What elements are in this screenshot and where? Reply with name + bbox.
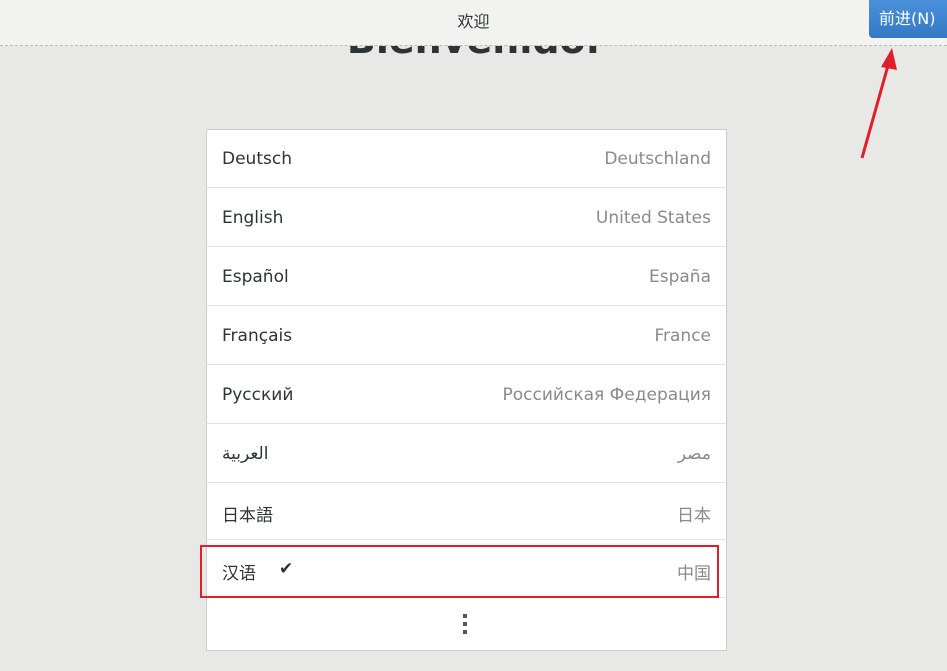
annotation-arrow bbox=[860, 48, 897, 159]
